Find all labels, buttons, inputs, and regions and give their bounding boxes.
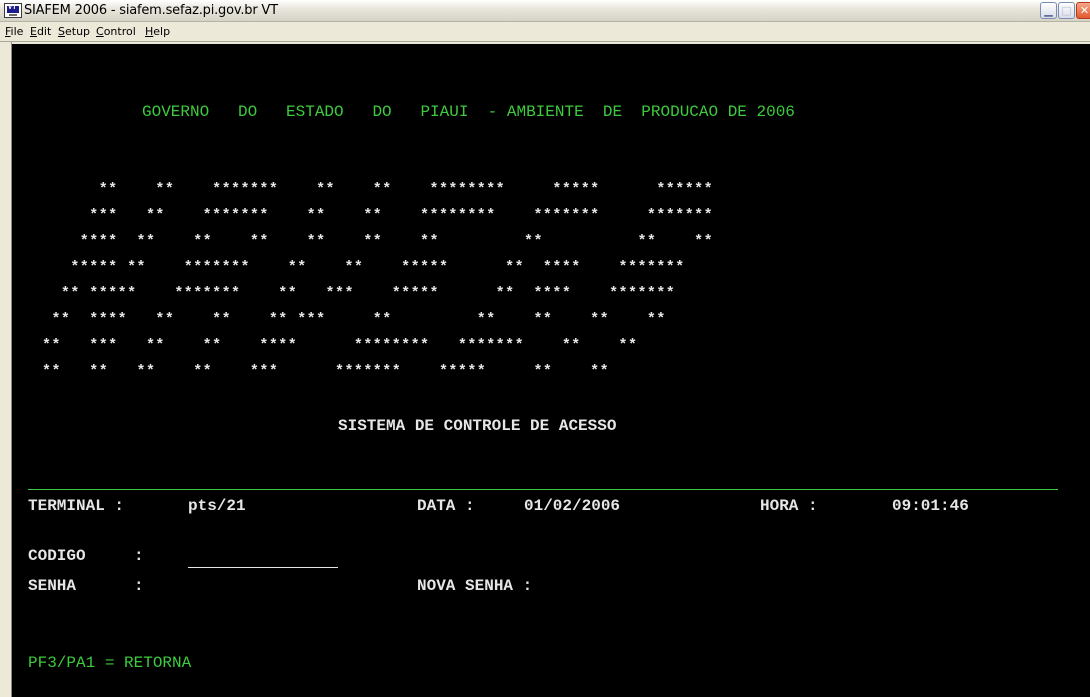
ascii-art-line: ** ***** ******* ** *** ***** ** **** **… [42,285,676,302]
menu-file[interactable]: File [5,25,23,38]
menu-help[interactable]: Help [145,25,170,38]
codigo-colon: : [134,547,144,565]
title-bar[interactable]: VT SIAFEM 2006 - siafem.sefaz.pi.gov.br … [0,0,1090,22]
menu-bar: File Edit Setup Control Help [0,22,1090,42]
minimize-button[interactable]: ▁ [1040,2,1057,19]
ascii-art-line: ** **** ** ** ** *** ** ** ** ** ** [42,311,666,328]
terminal-value: pts/21 [188,497,246,515]
window-left-frame [0,42,12,697]
menu-setup[interactable]: Setup [58,25,90,38]
terminal-app-icon[interactable]: VT [4,3,22,18]
senha-colon: : [134,577,144,595]
menu-edit[interactable]: Edit [30,25,51,38]
ascii-art-line: **** ** ** ** ** ** ** ** ** ** [42,233,714,250]
ascii-art-line: ** ** ******* ** ** ******** ***** *****… [42,181,714,198]
date-value: 01/02/2006 [524,497,621,515]
time-label: HORA : [760,497,818,515]
ascii-art-line: ** *** ** ** **** ******** ******* ** ** [42,337,638,354]
date-label: DATA : [417,497,475,515]
terminal-label: TERMINAL : [28,497,125,515]
environment-header: GOVERNO DO ESTADO DO PIAUI - AMBIENTE DE… [142,103,795,121]
senha-label: SENHA [28,577,77,595]
close-button[interactable]: ✕ [1076,2,1090,19]
menu-control[interactable]: Control [96,25,136,38]
time-value: 09:01:46 [892,497,969,515]
terminal-window: VT SIAFEM 2006 - siafem.sefaz.pi.gov.br … [0,0,1090,697]
system-title: SISTEMA DE CONTROLE DE ACESSO [338,417,617,435]
ascii-art-line: ** ** ** ** *** ******* ***** ** ** [42,363,610,380]
window-title: SIAFEM 2006 - siafem.sefaz.pi.gov.br VT [24,3,278,18]
pf-help-text: PF3/PA1 = RETORNA [28,654,192,672]
app-icon-label: VT [8,4,17,12]
terminal-screen[interactable]: GOVERNO DO ESTADO DO PIAUI - AMBIENTE DE… [12,44,1090,697]
separator-line [28,489,1058,490]
codigo-label: CODIGO [28,547,86,565]
maximize-button[interactable]: □ [1058,2,1075,19]
ascii-art-line: *** ** ******* ** ** ******** ******* **… [42,207,714,224]
ascii-art-line: ***** ** ******* ** ** ***** ** **** ***… [42,259,685,276]
nova-senha-label: NOVA SENHA : [417,577,533,595]
codigo-input-underline [188,567,338,568]
